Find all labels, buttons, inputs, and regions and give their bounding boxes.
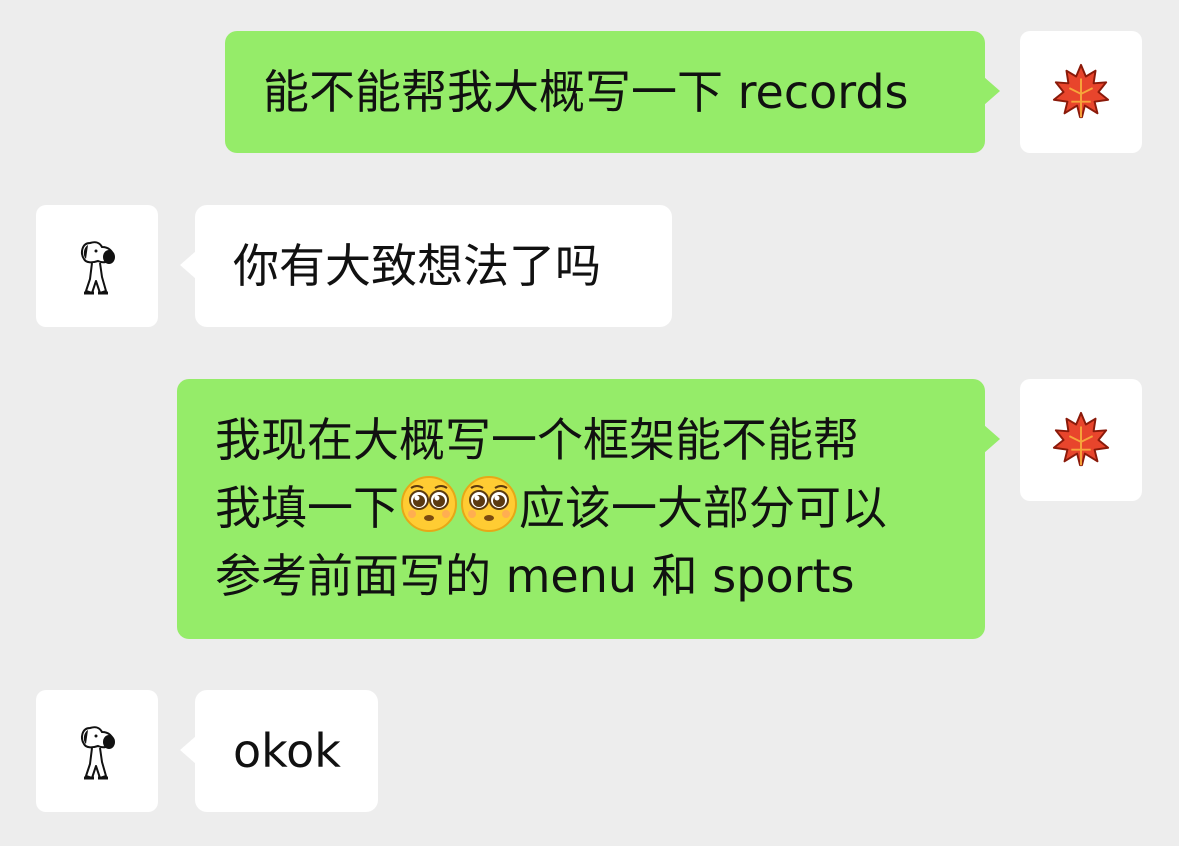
message-bubble-received[interactable]: okok bbox=[180, 690, 378, 812]
message-text-line: 我填一下 应该一大部分可以 bbox=[215, 474, 985, 542]
message-text-line: 参考前面写的 menu 和 sports bbox=[215, 549, 855, 603]
maple-leaf-icon bbox=[1052, 63, 1110, 119]
message-text-line: 我现在大概写一个框架能不能帮 bbox=[215, 413, 859, 467]
avatar-other[interactable] bbox=[36, 205, 158, 327]
pleading-face-emoji bbox=[461, 476, 517, 532]
avatar-other[interactable] bbox=[36, 690, 158, 812]
snoopy-icon bbox=[81, 241, 115, 295]
chat-window: 能不能帮我大概写一下 records 你有大致想法了吗 我现在大概写一个框架能不… bbox=[0, 0, 1179, 846]
message-bubble-sent[interactable]: 我现在大概写一个框架能不能帮 我填一下 应该一大部分可以 参考前面写的 menu… bbox=[177, 379, 1000, 639]
message-text: okok bbox=[233, 724, 341, 778]
maple-leaf-icon bbox=[1052, 411, 1110, 467]
avatar-self[interactable] bbox=[1020, 31, 1142, 153]
snoopy-icon bbox=[81, 726, 115, 780]
message-bubble-sent[interactable]: 能不能帮我大概写一下 records bbox=[225, 31, 1000, 153]
message-bubble-received[interactable]: 你有大致想法了吗 bbox=[180, 205, 672, 327]
message-text-segment: 应该一大部分可以 bbox=[519, 481, 887, 535]
message-text-segment: 我填一下 bbox=[215, 481, 399, 535]
message-text: 你有大致想法了吗 bbox=[233, 239, 601, 293]
avatar-self[interactable] bbox=[1020, 379, 1142, 501]
pleading-face-emoji bbox=[401, 476, 457, 532]
message-text: 能不能帮我大概写一下 records bbox=[263, 65, 909, 119]
